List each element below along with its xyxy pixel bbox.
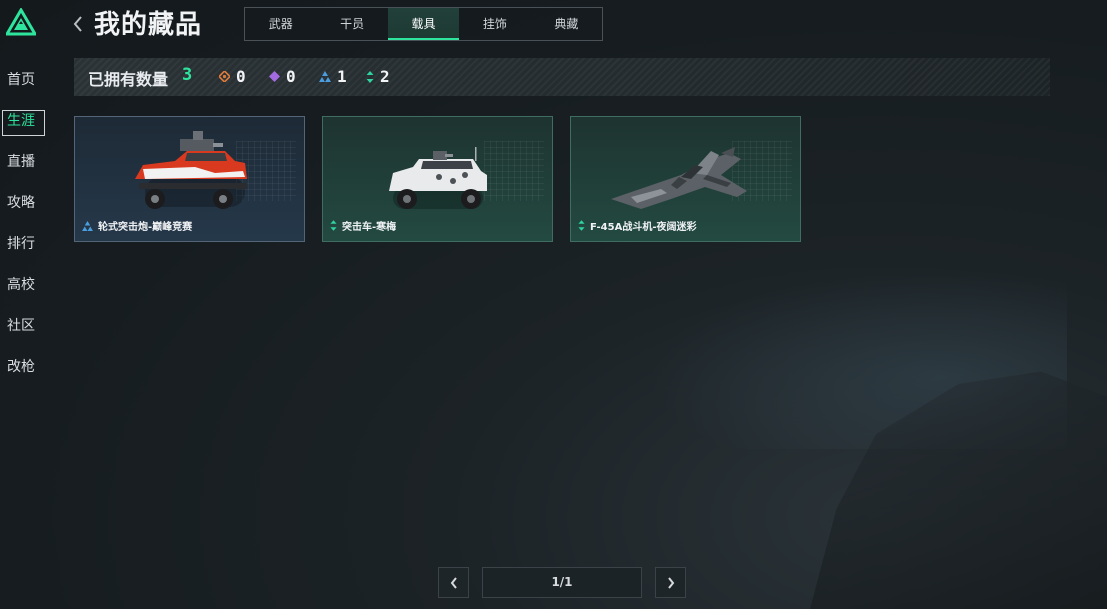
- green-arrows-icon: [578, 220, 585, 231]
- tab-operators[interactable]: 干员: [316, 8, 387, 40]
- page-indicator: 1/1: [482, 567, 642, 598]
- chevron-right-icon: [667, 577, 674, 589]
- tab-vehicles[interactable]: 载具: [387, 8, 460, 40]
- orange-diamond-icon: [219, 71, 230, 82]
- green-arrows-icon: [330, 220, 337, 231]
- page-title: 我的藏品: [94, 10, 203, 40]
- sidebar-item-home[interactable]: 首页: [0, 60, 48, 101]
- rarity-count-value: 1: [337, 67, 347, 86]
- collection-card[interactable]: 轮式突击炮-巅峰竞赛: [74, 116, 305, 242]
- sidebar-item-community[interactable]: 社区: [0, 306, 48, 347]
- card-title: 轮式突击炮-巅峰竞赛: [98, 222, 193, 233]
- owned-count-label: 已拥有数量: [88, 70, 169, 89]
- sidebar-item-live[interactable]: 直播: [0, 142, 48, 183]
- card-caption: F-45A战斗机-夜阔迷彩: [578, 218, 696, 233]
- owned-count-bar: 已拥有数量 3 0 0 1 2: [74, 58, 1050, 96]
- rarity-count-purple: 0: [269, 67, 296, 86]
- owned-count-total: 3: [182, 65, 193, 85]
- rarity-count-green: 2: [366, 67, 390, 86]
- assault-vehicle-image: [389, 147, 487, 209]
- background-glow: [647, 269, 1067, 449]
- background-rock: [810, 371, 1107, 609]
- sidebar-item-career[interactable]: 生涯: [0, 101, 48, 142]
- card-caption: 轮式突击炮-巅峰竞赛: [82, 218, 192, 233]
- rarity-count-value: 2: [380, 67, 390, 86]
- sidebar-item-guides[interactable]: 攻略: [0, 183, 48, 224]
- card-caption: 突击车-寒梅: [330, 218, 396, 233]
- blue-triangle-icon: [82, 220, 93, 231]
- green-arrows-icon: [366, 70, 374, 83]
- wheeled-assault-gun-image: [135, 131, 247, 209]
- blue-triangle-icon: [319, 71, 331, 82]
- sidebar-item-college[interactable]: 高校: [0, 265, 48, 306]
- fighter-jet-image: [611, 147, 747, 209]
- category-tabs: 武器 干员 载具 挂饰 典藏: [244, 7, 603, 41]
- rarity-count-orange: 0: [219, 67, 246, 86]
- card-title: F-45A战斗机-夜阔迷彩: [590, 222, 697, 233]
- sidebar: 首页 生涯 直播 攻略 排行 高校 社区 改枪: [0, 0, 48, 609]
- app-logo-icon[interactable]: [6, 8, 36, 36]
- next-page-button[interactable]: [655, 567, 686, 598]
- rarity-count-value: 0: [286, 67, 296, 86]
- sidebar-nav: 首页 生涯 直播 攻略 排行 高校 社区 改枪: [0, 60, 48, 388]
- tab-collection[interactable]: 典藏: [531, 8, 602, 40]
- tab-weapons[interactable]: 武器: [245, 8, 316, 40]
- collection-card[interactable]: 突击车-寒梅: [322, 116, 553, 242]
- purple-diamond-icon: [269, 71, 280, 82]
- tab-charms[interactable]: 挂饰: [459, 8, 530, 40]
- rarity-count-blue: 1: [319, 67, 347, 86]
- rarity-count-value: 0: [236, 67, 246, 86]
- prev-page-button[interactable]: [438, 567, 469, 598]
- back-button[interactable]: [72, 14, 88, 38]
- collection-card[interactable]: F-45A战斗机-夜阔迷彩: [570, 116, 801, 242]
- sidebar-item-gun-mod[interactable]: 改枪: [0, 347, 48, 388]
- sidebar-item-ranking[interactable]: 排行: [0, 224, 48, 265]
- card-title: 突击车-寒梅: [342, 222, 397, 233]
- chevron-left-icon: [73, 16, 82, 32]
- chevron-left-icon: [450, 577, 457, 589]
